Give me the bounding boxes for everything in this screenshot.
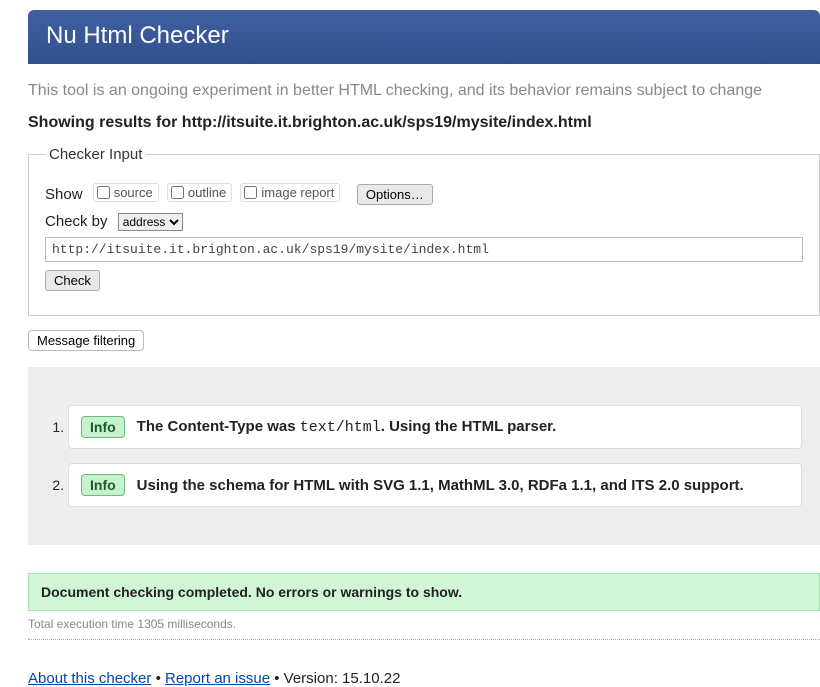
message-box: Info The Content-Type was text/html. Usi… — [68, 405, 802, 449]
message-filtering-button[interactable]: Message filtering — [28, 330, 144, 351]
checkbox-image-report[interactable] — [244, 186, 257, 199]
show-label: Show — [45, 186, 83, 203]
checkbox-outline-label: outline — [188, 185, 226, 200]
success-banner: Document checking completed. No errors o… — [28, 573, 820, 611]
results-for: Showing results for http://itsuite.it.br… — [28, 114, 820, 132]
results-url: http://itsuite.it.brighton.ac.uk/sps19/m… — [182, 114, 592, 131]
page-header: Nu Html Checker — [28, 10, 820, 64]
report-issue-link[interactable]: Report an issue — [165, 670, 270, 687]
options-button[interactable]: Options… — [357, 184, 433, 205]
address-input[interactable] — [45, 237, 803, 262]
checkbox-image-report-group[interactable]: image report — [240, 183, 340, 202]
checker-input-legend: Checker Input — [45, 146, 146, 163]
execution-time: Total execution time 1305 milliseconds. — [28, 611, 820, 640]
checkbox-image-report-label: image report — [261, 185, 334, 200]
footer-sep: • — [156, 670, 165, 687]
checkbox-source-label: source — [114, 185, 153, 200]
about-link[interactable]: About this checker — [28, 670, 151, 687]
message-item: Info The Content-Type was text/html. Usi… — [68, 405, 802, 449]
version-label: Version: — [284, 670, 342, 687]
checkbox-source-group[interactable]: source — [93, 183, 159, 202]
check-by-label: Check by — [45, 213, 108, 230]
check-row: Check — [45, 270, 803, 291]
footer: About this checker • Report an issue • V… — [28, 670, 820, 687]
results-prefix: Showing results for — [28, 114, 182, 131]
checker-input-fieldset: Checker Input Show source outline image … — [28, 146, 820, 316]
checkbox-source[interactable] — [97, 186, 110, 199]
show-row: Show source outline image report Options… — [45, 183, 803, 205]
checkbox-outline[interactable] — [171, 186, 184, 199]
version-value: 15.10.22 — [342, 670, 400, 687]
check-button[interactable]: Check — [45, 270, 100, 291]
check-by-row: Check by address — [45, 213, 803, 262]
info-badge: Info — [81, 474, 125, 496]
info-badge: Info — [81, 416, 125, 438]
message-text: Using the schema for HTML with SVG 1.1, … — [137, 477, 744, 494]
messages-list: Info The Content-Type was text/html. Usi… — [46, 405, 802, 507]
check-by-select[interactable]: address — [118, 213, 183, 231]
message-item: Info Using the schema for HTML with SVG … — [68, 463, 802, 507]
message-text: The Content-Type was text/html. Using th… — [137, 418, 557, 436]
footer-sep: • — [274, 670, 283, 687]
messages-panel: Info The Content-Type was text/html. Usi… — [28, 367, 820, 545]
intro-text: This tool is an ongoing experiment in be… — [28, 82, 820, 100]
message-box: Info Using the schema for HTML with SVG … — [68, 463, 802, 507]
page-title: Nu Html Checker — [46, 22, 802, 50]
checkbox-outline-group[interactable]: outline — [167, 183, 232, 202]
